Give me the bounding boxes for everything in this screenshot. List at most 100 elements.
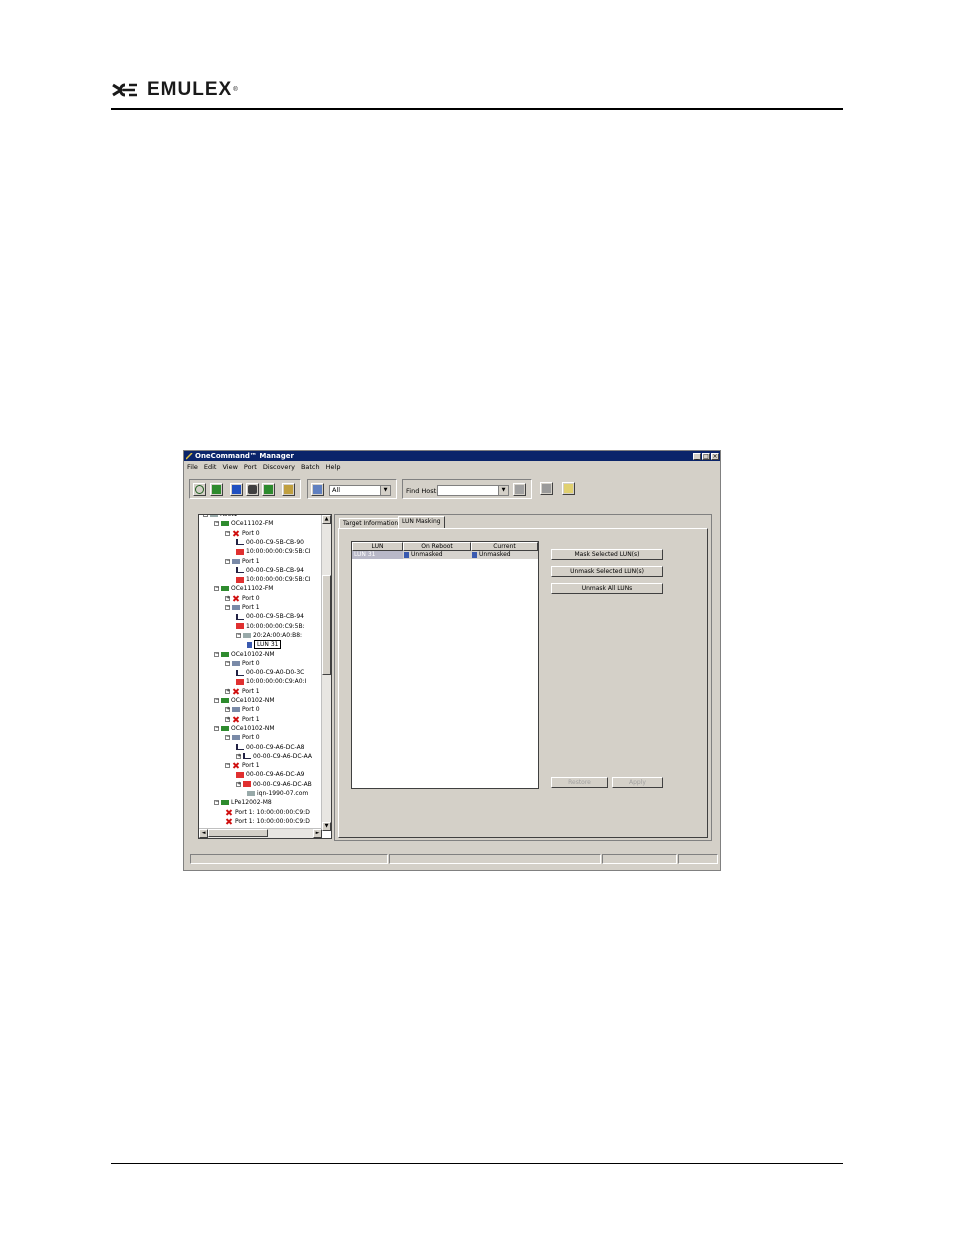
tree-item[interactable]: 00-00-C9-A0-D0-3C (236, 668, 304, 677)
tree-item[interactable]: LUN 31 (247, 640, 282, 650)
tree-item[interactable]: − OCe10102-NM (214, 650, 275, 659)
mask-selected-button[interactable]: Mask Selected LUN(s) (551, 549, 663, 560)
tree-item[interactable]: 00-00-C9-A6-DC-A9 (236, 770, 305, 779)
tree-item[interactable]: + Port 1 (225, 687, 260, 696)
fabric-view-button[interactable] (230, 483, 243, 496)
collapse-icon[interactable]: − (225, 735, 230, 741)
tree-item[interactable]: − OCe11102-FM (214, 519, 273, 528)
collapse-icon[interactable]: − (214, 725, 219, 731)
expand-icon[interactable]: + (225, 707, 230, 713)
tree-item[interactable]: − Port 1 (225, 557, 260, 566)
maximize-button[interactable]: □ (702, 452, 710, 460)
tree-item[interactable]: 00-00-C9-5B-CB-94 (236, 612, 304, 621)
tree-item[interactable]: − OCe11102-FM (214, 584, 273, 593)
expand-icon[interactable]: + (225, 595, 230, 601)
collapse-icon[interactable]: − (225, 660, 230, 666)
expand-icon[interactable]: + (236, 753, 241, 759)
find-host-input[interactable]: ▼ (437, 485, 509, 496)
collapse-icon[interactable]: − (225, 605, 230, 610)
discovery-button[interactable] (282, 483, 295, 496)
tree-item[interactable]: + Port 1 (225, 715, 260, 724)
batch-button[interactable] (540, 482, 553, 495)
current-column-header[interactable]: Current (471, 542, 538, 551)
tree-item[interactable]: 10:00:00:00:C9:A0:I (236, 677, 306, 686)
on-reboot-cell[interactable]: Unmasked (403, 551, 471, 559)
tree-item[interactable]: − Root1 (203, 515, 237, 519)
apply-button[interactable]: Apply (612, 777, 663, 788)
scroll-thumb[interactable] (322, 575, 331, 675)
unmask-all-button[interactable]: Unmask All LUNs (551, 583, 663, 594)
menu-port[interactable]: Port (244, 463, 257, 471)
expand-icon[interactable]: + (225, 688, 230, 694)
tree-item[interactable]: − Port 0 (225, 529, 260, 538)
chevron-down-icon[interactable]: ▼ (380, 486, 390, 495)
tree-item[interactable]: − Port 1 (225, 761, 260, 770)
tree-item[interactable]: + Port 0 (225, 705, 260, 714)
tree-item[interactable]: +00-00-C9-A6-DC-AA (236, 752, 312, 761)
refresh-button[interactable] (193, 483, 206, 496)
tree-item[interactable]: 10:00:00:00:C9:5B:CI (236, 547, 311, 556)
collapse-icon[interactable]: − (236, 632, 241, 638)
scroll-up-icon[interactable]: ▲ (322, 515, 331, 524)
tree-item[interactable]: 00-00-C9-5B-CB-94 (236, 566, 304, 575)
tree-item[interactable]: − Port 1 (225, 603, 260, 612)
host-view-button[interactable] (210, 483, 223, 496)
expand-icon[interactable]: + (236, 781, 241, 787)
tree-item[interactable]: Port 1: 10:00:00:00:C9:D (225, 808, 310, 817)
tab-lun-masking[interactable]: LUN Masking (398, 516, 445, 528)
help-button[interactable] (562, 482, 575, 495)
tab-target-information[interactable]: Target Information (339, 518, 403, 528)
tree-item[interactable]: + Port 0 (225, 594, 260, 603)
tree-item[interactable]: − OCe10102-NM (214, 696, 275, 705)
filter-select[interactable]: All ▼ (329, 485, 391, 496)
vport-view-button[interactable] (262, 483, 275, 496)
tree-item[interactable]: − Port 0 (225, 659, 260, 668)
virtual-port-button[interactable] (246, 483, 259, 496)
tree-item[interactable]: 00-00-C9-5B-CB-90 (236, 538, 304, 547)
menu-discovery[interactable]: Discovery (263, 463, 295, 471)
lun-column-header[interactable]: LUN (352, 542, 403, 551)
menu-view[interactable]: View (222, 463, 237, 471)
collapse-icon[interactable]: − (214, 698, 219, 703)
table-row[interactable]: LUN 31 (352, 551, 403, 559)
current-cell[interactable]: Unmasked (471, 551, 538, 559)
tree-item[interactable]: 00-00-C9-A6-DC-A8 (236, 743, 305, 752)
close-button[interactable]: × (711, 452, 719, 460)
scroll-left-icon[interactable]: ◄ (199, 829, 208, 838)
collapse-icon[interactable]: − (214, 800, 219, 806)
collapse-icon[interactable]: − (225, 558, 230, 564)
discovery-tree[interactable]: − Root1− OCe11102-FM − Port 0 00-00-C9-5B-CB-… (198, 514, 332, 839)
tree-item[interactable]: − OCe10102-NM (214, 724, 275, 733)
tree-item[interactable]: − Port 0 (225, 733, 260, 742)
scroll-down-icon[interactable]: ▼ (322, 822, 331, 831)
collapse-icon[interactable]: − (225, 763, 230, 769)
find-button[interactable] (513, 483, 526, 496)
tree-item[interactable]: 10:00:00:00:C9:5B: (236, 622, 305, 631)
tree-horizontal-scrollbar[interactable]: ◄ ► (199, 828, 322, 838)
tree-item[interactable]: iqn-1990-07.com (247, 789, 308, 798)
on-reboot-column-header[interactable]: On Reboot (403, 542, 471, 551)
hscroll-thumb[interactable] (208, 829, 268, 837)
lun-grid[interactable]: LUN On Reboot Current LUN 31 Unmasked Un… (351, 541, 539, 789)
tree-vertical-scrollbar[interactable]: ▲ ▼ (321, 515, 331, 831)
collapse-icon[interactable]: − (225, 530, 230, 536)
menu-help[interactable]: Help (326, 463, 341, 471)
tree-item[interactable]: 10:00:00:00:C9:5B:CI (236, 575, 311, 584)
menu-edit[interactable]: Edit (204, 463, 217, 471)
collapse-icon[interactable]: − (214, 651, 219, 657)
tree-item[interactable]: − LPe12002-M8 (214, 798, 272, 807)
restore-button[interactable]: Restore (551, 777, 608, 788)
collapse-icon[interactable]: − (214, 521, 219, 527)
group-button[interactable] (311, 483, 324, 496)
collapse-icon[interactable]: − (203, 515, 208, 517)
menu-file[interactable]: File (187, 463, 198, 471)
expand-icon[interactable]: + (225, 716, 230, 722)
minimize-button[interactable]: _ (693, 452, 701, 460)
unmask-selected-button[interactable]: Unmask Selected LUN(s) (551, 566, 663, 577)
tree-item[interactable]: +00-00-C9-A6-DC-AB (236, 780, 312, 789)
collapse-icon[interactable]: − (214, 586, 219, 592)
tree-item[interactable]: − 20:2A:00:A0:B8: (236, 631, 302, 640)
tree-item[interactable]: Port 1: 10:00:00:00:C9:D (225, 817, 310, 826)
chevron-down-icon[interactable]: ▼ (498, 486, 508, 495)
scroll-right-icon[interactable]: ► (313, 829, 322, 838)
